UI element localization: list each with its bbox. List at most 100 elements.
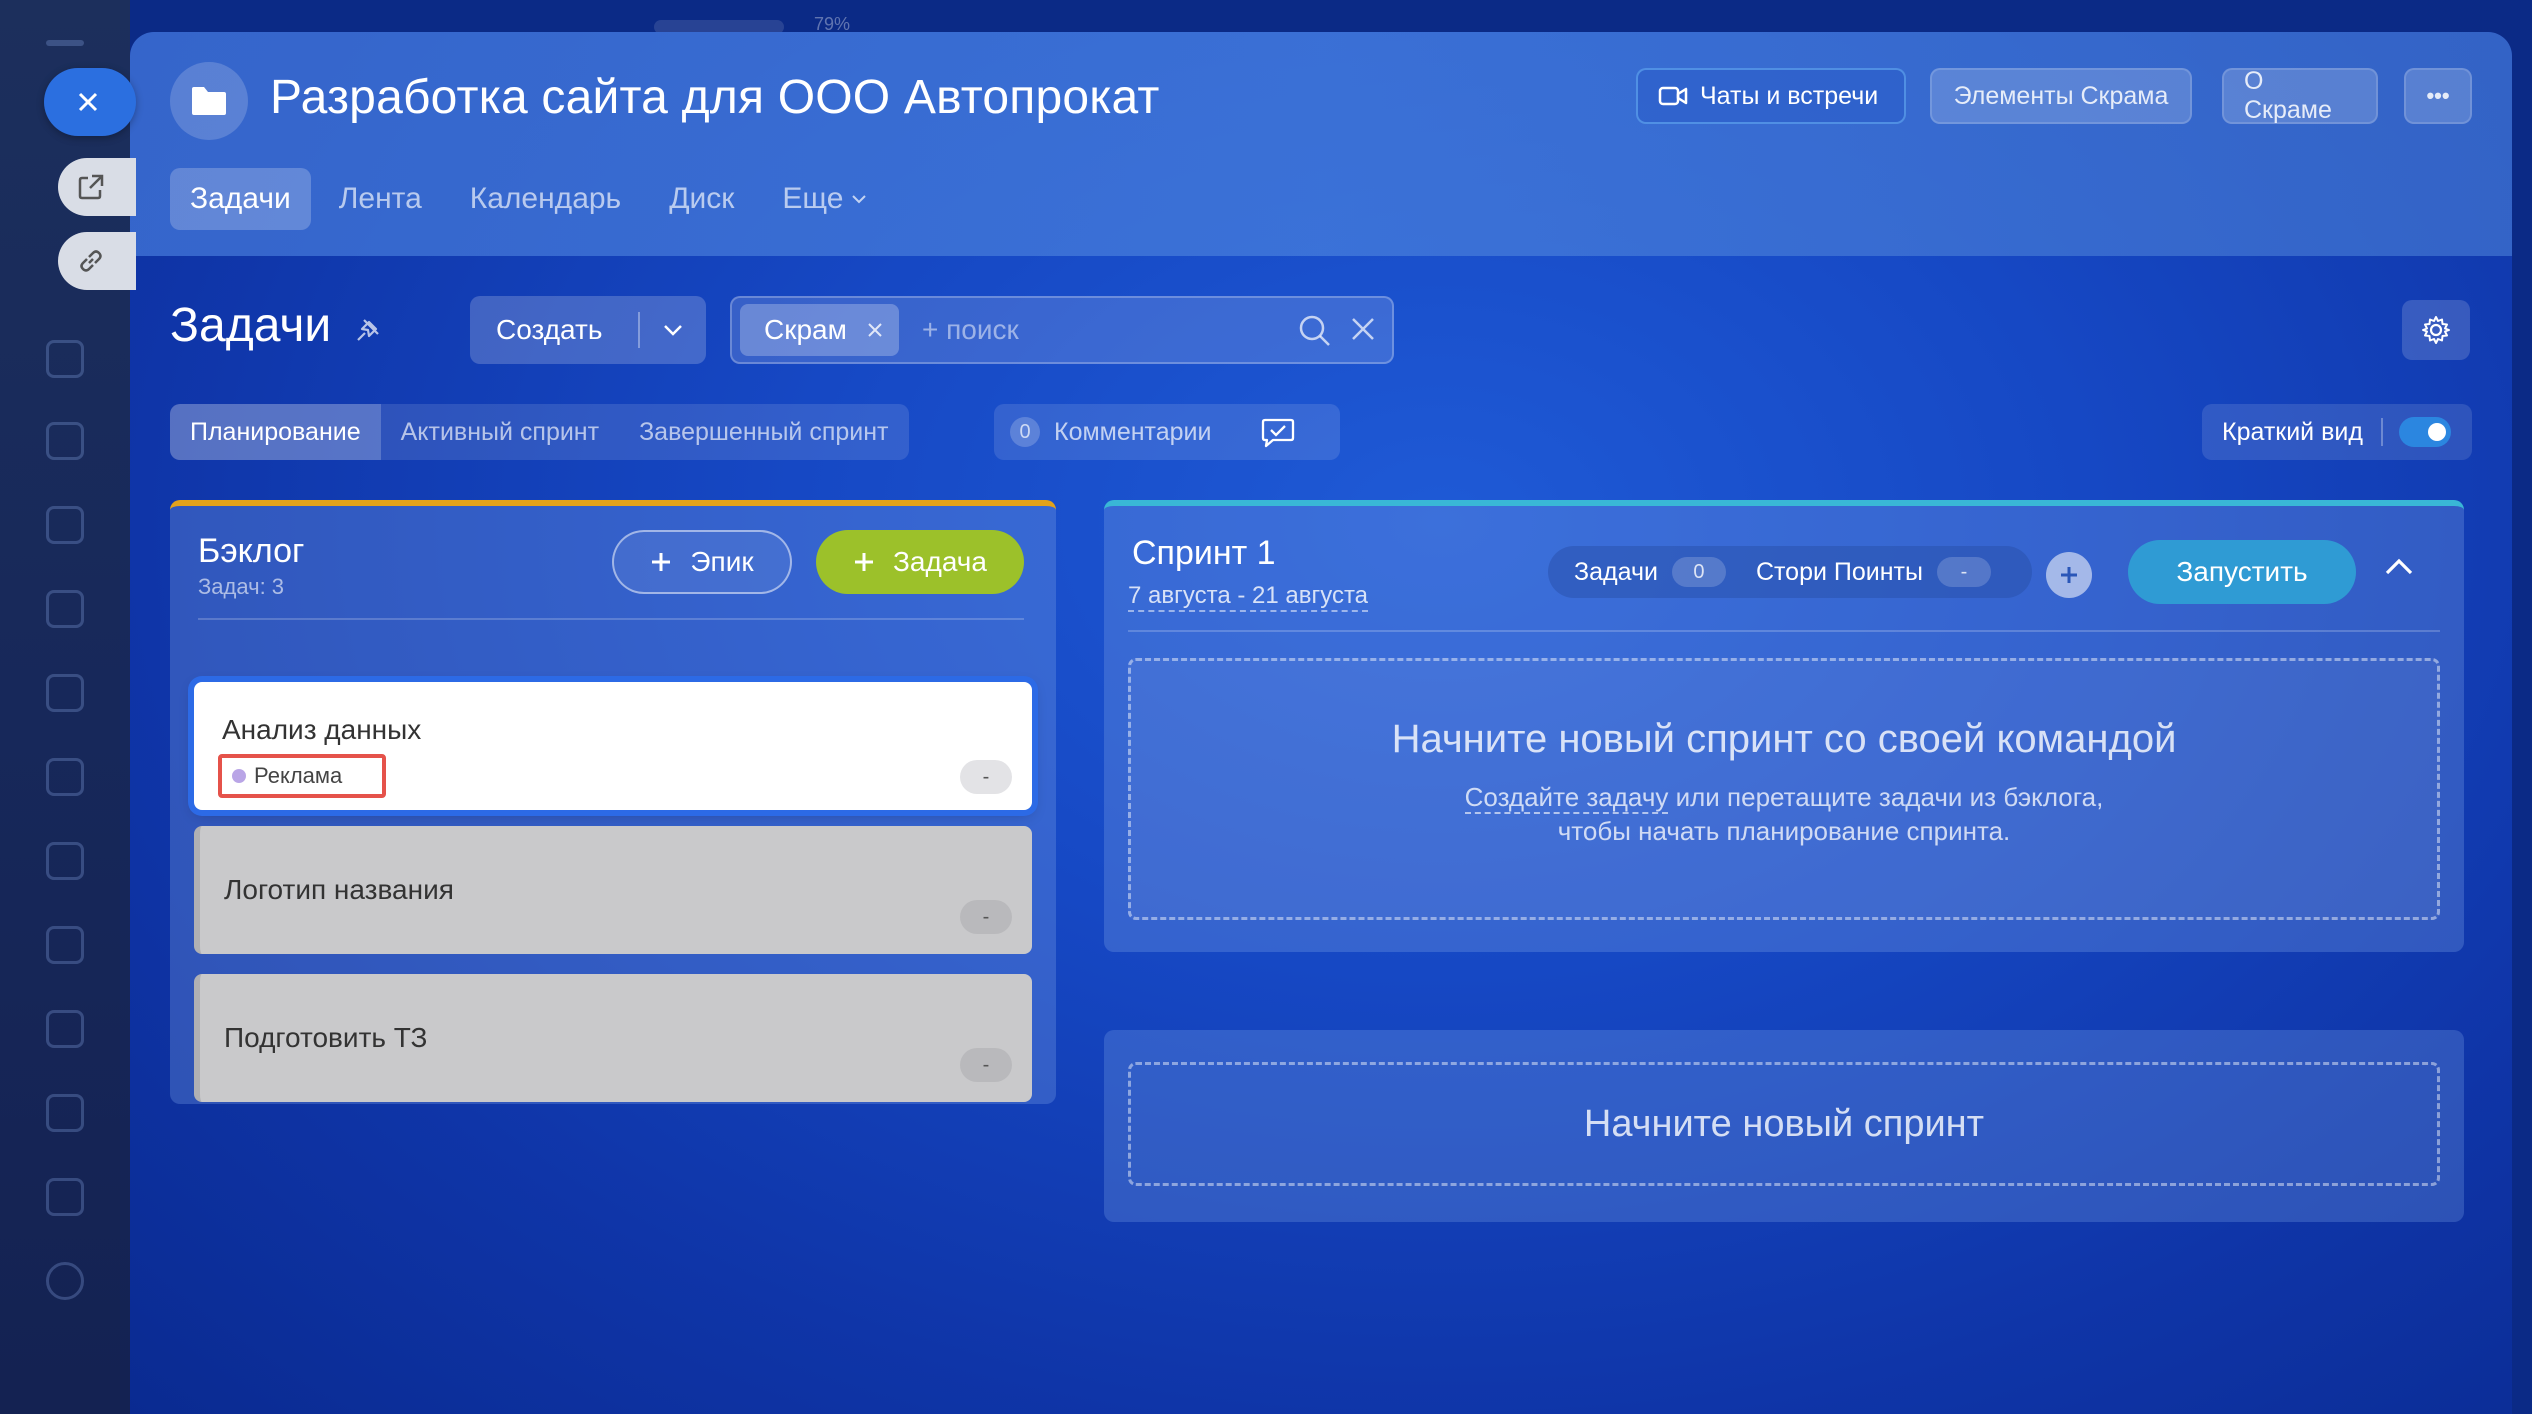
plus-icon	[853, 551, 875, 573]
sprint-tasks-count: 0	[1671, 557, 1726, 587]
backlog-title: Бэклог	[198, 532, 305, 570]
backlog-task-card[interactable]: Анализ данных Реклама -	[194, 682, 1032, 810]
sprint-divider	[1128, 630, 2440, 632]
task-title[interactable]: Подготовить ТЗ	[224, 1022, 427, 1054]
bg-nav-icon	[46, 1094, 84, 1132]
tab-more-label: Еще	[782, 182, 844, 215]
backlog-task-card[interactable]: Подготовить ТЗ -	[194, 974, 1032, 1102]
chats-meetings-label: Чаты и встречи	[1700, 81, 1879, 110]
story-points-pill[interactable]: -	[960, 1048, 1012, 1082]
tab-active-sprint[interactable]: Активный спринт	[381, 404, 619, 460]
scrum-elements-button[interactable]: Элементы Скрама	[1930, 68, 2192, 124]
sprint-dates[interactable]: 7 августа - 21 августа	[1128, 582, 1369, 612]
sprint-title[interactable]: Спринт 1	[1132, 534, 1276, 573]
chevron-down-icon[interactable]	[640, 324, 706, 336]
tab-completed-sprint[interactable]: Завершенный спринт	[619, 404, 908, 460]
story-points-pill[interactable]: -	[960, 900, 1012, 934]
create-task-link[interactable]: Создайте задачу	[1464, 782, 1669, 814]
chevron-up-icon[interactable]	[2384, 556, 2414, 581]
create-button[interactable]: Создать	[470, 296, 706, 364]
tab-more[interactable]: Еще	[762, 168, 887, 230]
gear-icon	[2421, 315, 2451, 345]
start-sprint-button[interactable]: Запустить	[2128, 540, 2356, 604]
tab-calendar[interactable]: Календарь	[450, 168, 641, 230]
close-slider-button[interactable]	[44, 68, 136, 136]
more-options-button[interactable]: •••	[2404, 68, 2472, 124]
task-title[interactable]: Логотип названия	[224, 874, 454, 906]
bg-nav-icon	[46, 506, 84, 544]
close-icon[interactable]	[867, 322, 883, 338]
plus-icon	[650, 551, 672, 573]
bg-nav-icon	[46, 340, 84, 378]
panel-header: Разработка сайта для ООО Автопрокат Чаты…	[130, 32, 2512, 256]
project-slider-panel: Разработка сайта для ООО Автопрокат Чаты…	[130, 32, 2512, 1414]
open-in-new-window-button[interactable]	[58, 158, 136, 216]
pin-icon[interactable]	[354, 316, 382, 349]
bg-nav-icon	[46, 1178, 84, 1216]
add-epic-button[interactable]: Эпик	[612, 530, 792, 594]
bg-nav-icon	[46, 842, 84, 880]
story-points-value: -	[1936, 557, 1991, 587]
bg-nav-icon	[46, 674, 84, 712]
add-task-button[interactable]: Задача	[816, 530, 1024, 594]
link-icon	[76, 246, 106, 276]
compact-view-switch[interactable]	[2398, 417, 2451, 447]
comments-label: Комментарии	[1054, 417, 1212, 446]
story-points-label: Стори Поинты	[1755, 557, 1923, 586]
new-sprint-block: Начните новый спринт	[1104, 1030, 2464, 1222]
backlog-column: Бэклог Задач: 3 Эпик Задача Анализ данны…	[170, 500, 1056, 1104]
project-tabs: Задачи Лента Календарь Диск Еще	[170, 168, 887, 230]
backlog-count: Задач: 3	[198, 574, 285, 599]
bg-nav-icon	[46, 590, 84, 628]
video-camera-icon	[1658, 85, 1688, 107]
empty-sprint-hint-line2: чтобы начать планирование спринта.	[1557, 816, 2011, 846]
tab-feed[interactable]: Лента	[319, 168, 442, 230]
add-task-label: Задача	[893, 546, 987, 577]
settings-button[interactable]	[2402, 300, 2470, 360]
add-epic-label: Эпик	[690, 546, 754, 577]
sprint-stats: Задачи 0 Стори Поинты -	[1548, 546, 2032, 598]
search-icon[interactable]	[1298, 314, 1332, 353]
search-input[interactable]: + поиск	[922, 314, 1019, 346]
bg-nav-icon	[46, 926, 84, 964]
compact-view-toggle[interactable]: Краткий вид	[2202, 404, 2472, 460]
backlog-task-card[interactable]: Логотип названия -	[194, 826, 1032, 954]
sprint-tasks-label: Задачи	[1574, 557, 1658, 586]
tab-disk[interactable]: Диск	[649, 168, 754, 230]
tag-color-dot	[232, 769, 246, 783]
about-scrum-button[interactable]: О Скраме	[2222, 67, 2378, 124]
view-mode-tabs: Планирование Активный спринт Завершенный…	[170, 404, 909, 460]
search-filter-box[interactable]: Скрам + поиск	[730, 296, 1394, 364]
chevron-down-icon	[851, 194, 867, 204]
menu-icon	[46, 40, 84, 46]
comments-count: 0	[1010, 417, 1040, 447]
sprint-column: Спринт 1 7 августа - 21 августа Задачи 0…	[1104, 500, 2464, 952]
compact-view-divider	[2380, 418, 2383, 446]
compact-view-label: Краткий вид	[2222, 417, 2363, 446]
comments-button[interactable]: 0 Комментарии	[994, 404, 1340, 460]
story-points-pill[interactable]: -	[960, 760, 1012, 794]
copy-link-button[interactable]	[58, 232, 136, 290]
filter-chip-label: Скрам	[764, 314, 847, 345]
page-title: Задачи	[170, 299, 332, 352]
chats-meetings-button[interactable]: Чаты и встречи	[1636, 68, 1906, 124]
add-to-sprint-button[interactable]	[2046, 552, 2092, 598]
clear-search-icon[interactable]	[1350, 316, 1376, 347]
folder-icon	[170, 62, 248, 140]
tab-tasks[interactable]: Задачи	[170, 168, 311, 230]
tag-label: Реклама	[254, 763, 343, 788]
new-sprint-drop-zone[interactable]: Начните новый спринт	[1128, 1062, 2440, 1186]
chat-check-icon	[1261, 416, 1295, 448]
filter-chip-scrum[interactable]: Скрам	[740, 304, 899, 356]
close-icon	[76, 90, 100, 114]
tab-planning[interactable]: Планирование	[170, 404, 381, 460]
bg-nav-icon	[46, 1262, 84, 1300]
sprint-drop-zone[interactable]: Начните новый спринт со своей командой С…	[1128, 658, 2440, 920]
bg-nav-icon	[46, 1010, 84, 1048]
task-epic-tag[interactable]: Реклама	[218, 754, 386, 798]
bg-nav-icon	[46, 422, 84, 460]
create-button-label: Создать	[496, 314, 603, 345]
task-title[interactable]: Анализ данных	[222, 714, 421, 746]
project-title: Разработка сайта для ООО Автопрокат	[270, 71, 1160, 124]
empty-sprint-hint: Создайте задачу или перетащите задачи из…	[1131, 780, 2437, 848]
